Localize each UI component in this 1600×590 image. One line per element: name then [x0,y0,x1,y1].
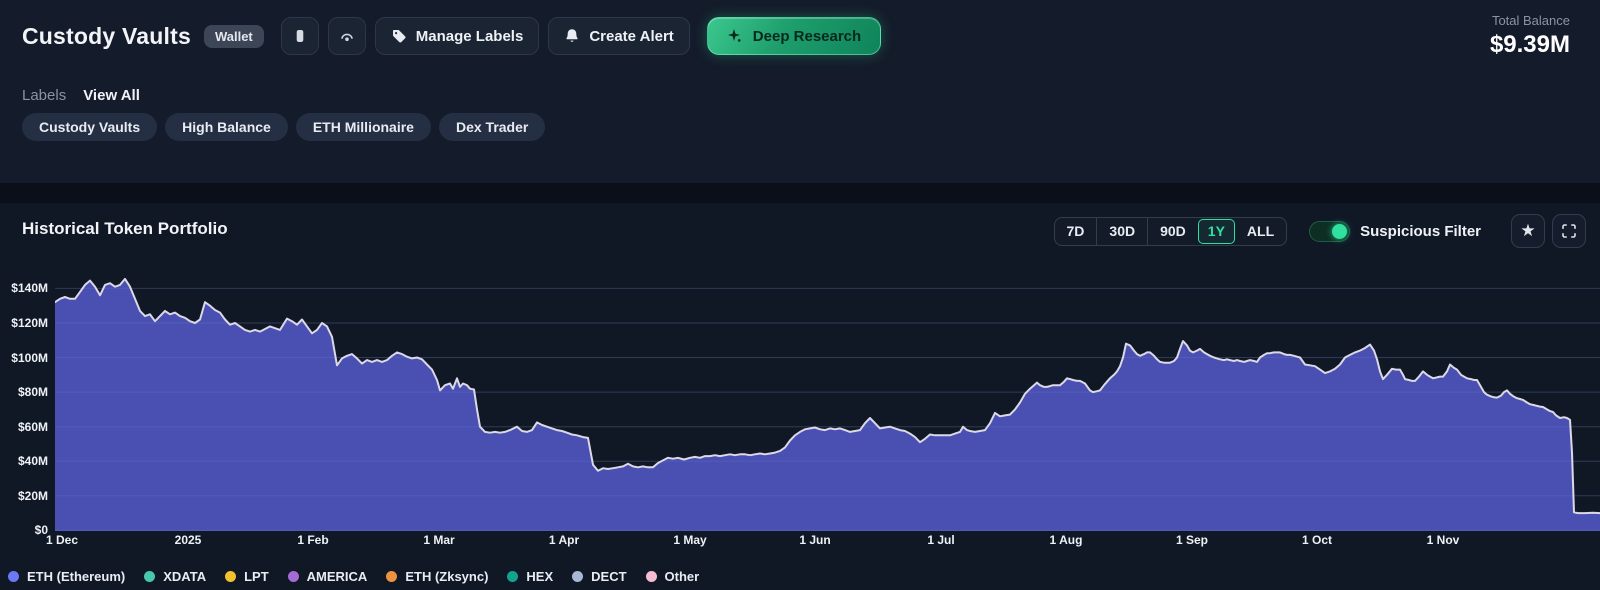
legend-item-lpt[interactable]: LPT [225,569,269,584]
x-axis: 1 Dec20251 Feb1 Mar1 Apr1 May1 Jun1 Jul1… [55,533,1600,549]
y-tick-label: $60M [0,420,48,434]
legend-label: AMERICA [307,569,368,584]
wallet-badge: Wallet [204,25,264,48]
chart-controls: 7D 30D 90D 1Y ALL Suspicious Filter ★ [1054,214,1586,248]
fullscreen-button[interactable] [1552,214,1586,248]
legend-item-xdata[interactable]: XDATA [144,569,206,584]
legend-item-america[interactable]: AMERICA [288,569,368,584]
legend-dot [225,571,236,582]
chip-high-balance[interactable]: High Balance [165,113,288,141]
deep-research-label: Deep Research [753,28,861,45]
header-row: Custody Vaults Wallet Manage Labels [22,17,881,55]
radar-icon [338,27,356,45]
y-tick-label: $140M [0,281,48,295]
top-section: Custody Vaults Wallet Manage Labels [0,0,1600,183]
time-range-group: 7D 30D 90D 1Y ALL [1054,217,1288,246]
range-30d[interactable]: 30D [1096,218,1147,245]
chart-panel: Historical Token Portfolio 7D 30D 90D 1Y… [0,203,1600,590]
legend-label: LPT [244,569,269,584]
favorite-button[interactable]: ★ [1511,214,1545,248]
total-balance-label: Total Balance [1490,13,1570,28]
legend-item-eth-zksync[interactable]: ETH (Zksync) [386,569,488,584]
y-tick-label: $20M [0,489,48,503]
y-tick-label: $100M [0,351,48,365]
x-tick-label: 1 Jun [799,533,830,547]
sparkle-icon [727,28,743,44]
legend-label: ETH (Ethereum) [27,569,125,584]
x-tick-label: 1 Oct [1302,533,1332,547]
legend-dot [646,571,657,582]
x-tick-label: 1 May [673,533,706,547]
portfolio-area-chart[interactable] [55,255,1600,531]
fullscreen-icon [1561,223,1577,239]
y-axis: $140M $120M $100M $80M $60M $40M $20M $0 [0,255,48,541]
range-7d[interactable]: 7D [1055,218,1097,245]
create-alert-button[interactable]: Create Alert [548,17,689,55]
device-icon [292,28,308,44]
legend-dot [8,571,19,582]
chip-custody-vaults[interactable]: Custody Vaults [22,113,157,141]
legend-label: Other [665,569,700,584]
bell-icon [564,28,580,44]
x-tick-label: 1 Dec [46,533,78,547]
toggle-knob [1332,224,1347,239]
deep-research-button[interactable]: Deep Research [707,17,881,55]
suspicious-filter-label: Suspicious Filter [1360,223,1481,240]
y-tick-label: $40M [0,454,48,468]
labels-title: Labels [22,87,66,104]
label-chips: Custody Vaults High Balance ETH Milliona… [22,113,545,141]
x-tick-label: 1 Nov [1427,533,1460,547]
legend-label: HEX [526,569,553,584]
legend-label: XDATA [163,569,206,584]
legend-label: DECT [591,569,626,584]
labels-row: Labels View All [22,87,140,104]
x-tick-label: 1 Feb [297,533,328,547]
tag-icon [391,28,407,44]
legend-dot [288,571,299,582]
range-all[interactable]: ALL [1235,218,1286,245]
legend-label: ETH (Zksync) [405,569,488,584]
chip-dex-trader[interactable]: Dex Trader [439,113,545,141]
chart-legend: ETH (Ethereum) XDATA LPT AMERICA ETH (Zksync… [8,569,699,584]
suspicious-filter-toggle[interactable] [1309,221,1350,242]
range-1y-selected[interactable]: 1Y [1198,219,1235,244]
y-tick-label: $120M [0,316,48,330]
view-all-link[interactable]: View All [83,87,140,104]
page-title: Custody Vaults [22,23,191,50]
x-tick-label: 1 Mar [423,533,454,547]
star-icon: ★ [1520,222,1535,239]
watch-wallet-button[interactable] [328,17,366,55]
total-balance: Total Balance $9.39M [1490,13,1570,59]
total-balance-value: $9.39M [1490,31,1570,59]
legend-dot [386,571,397,582]
x-tick-label: 1 Jul [927,533,954,547]
copy-address-button[interactable] [281,17,319,55]
legend-item-dect[interactable]: DECT [572,569,626,584]
y-tick-label: $80M [0,385,48,399]
legend-item-other[interactable]: Other [646,569,700,584]
range-90d[interactable]: 90D [1147,218,1198,245]
chart-title: Historical Token Portfolio [22,219,228,239]
x-tick-label: 1 Apr [549,533,579,547]
create-alert-label: Create Alert [589,28,673,45]
manage-labels-button[interactable]: Manage Labels [375,17,540,55]
x-tick-label: 2025 [175,533,202,547]
chip-eth-millionaire[interactable]: ETH Millionaire [296,113,431,141]
y-tick-label: $0 [0,523,48,537]
x-tick-label: 1 Aug [1050,533,1083,547]
x-tick-label: 1 Sep [1176,533,1208,547]
legend-dot [572,571,583,582]
manage-labels-label: Manage Labels [416,28,524,45]
legend-dot [507,571,518,582]
legend-dot [144,571,155,582]
legend-item-hex[interactable]: HEX [507,569,553,584]
legend-item-eth-ethereum[interactable]: ETH (Ethereum) [8,569,125,584]
